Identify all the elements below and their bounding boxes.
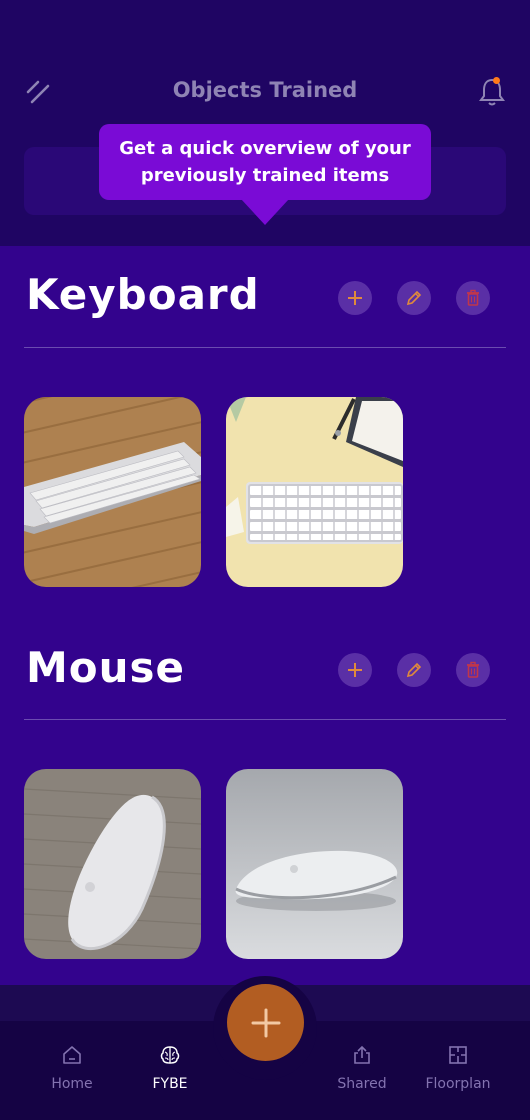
brain-icon [160,1046,180,1064]
mouse-on-grey-background [226,769,403,959]
mouse-edit-button[interactable] [397,653,431,687]
keyboard-photo-1[interactable] [24,397,201,587]
delete-trash-icon [467,289,479,306]
floorplan-icon [449,1046,467,1064]
keyboard-photo-2[interactable] [226,397,403,587]
keyboard-on-yellow-desk [226,397,403,587]
bell-icon [479,78,505,106]
tooltip-line-1: Get a quick overview of your [119,138,411,159]
delete-trash-icon [467,661,479,678]
add-object-fab[interactable] [227,984,304,1061]
section-title-keyboard: Keyboard [26,270,260,319]
edit-pencil-icon [406,662,422,678]
nav-label-home: Home [51,1076,93,1092]
keyboard-delete-button[interactable] [456,281,490,315]
add-icon [348,291,362,305]
onboarding-tooltip: Get a quick overview of your previously … [99,124,431,200]
notifications-button[interactable] [472,72,512,112]
home-icon [63,1046,81,1064]
nav-label-shared: Shared [337,1076,387,1092]
edit-pencil-icon [406,290,422,306]
mouse-add-button[interactable] [338,653,372,687]
nav-item-fybe[interactable]: FYBE [125,1042,215,1092]
section-divider [24,347,506,348]
tooltip-line-2: previously trained items [140,165,390,186]
keyboard-edit-button[interactable] [397,281,431,315]
nav-label-floorplan: Floorplan [425,1076,491,1092]
share-icon [354,1045,370,1064]
keyboard-add-button[interactable] [338,281,372,315]
nav-label-fybe: FYBE [152,1076,188,1092]
mouse-delete-button[interactable] [456,653,490,687]
mouse-on-wood-texture [24,769,201,959]
section-divider [24,719,506,720]
nav-item-shared[interactable]: Shared [317,1042,407,1092]
mouse-photo-1[interactable] [24,769,201,959]
nav-item-floorplan[interactable]: Floorplan [413,1042,503,1092]
notification-dot [493,77,500,84]
page-title: Objects Trained [172,78,358,102]
tooltip-arrow [241,199,289,225]
plus-icon [251,1008,280,1037]
keyboard-on-wooden-desk [24,397,201,587]
mouse-photo-2[interactable] [226,769,403,959]
add-icon [348,663,362,677]
section-title-mouse: Mouse [26,643,186,692]
nav-item-home[interactable]: Home [27,1042,117,1092]
